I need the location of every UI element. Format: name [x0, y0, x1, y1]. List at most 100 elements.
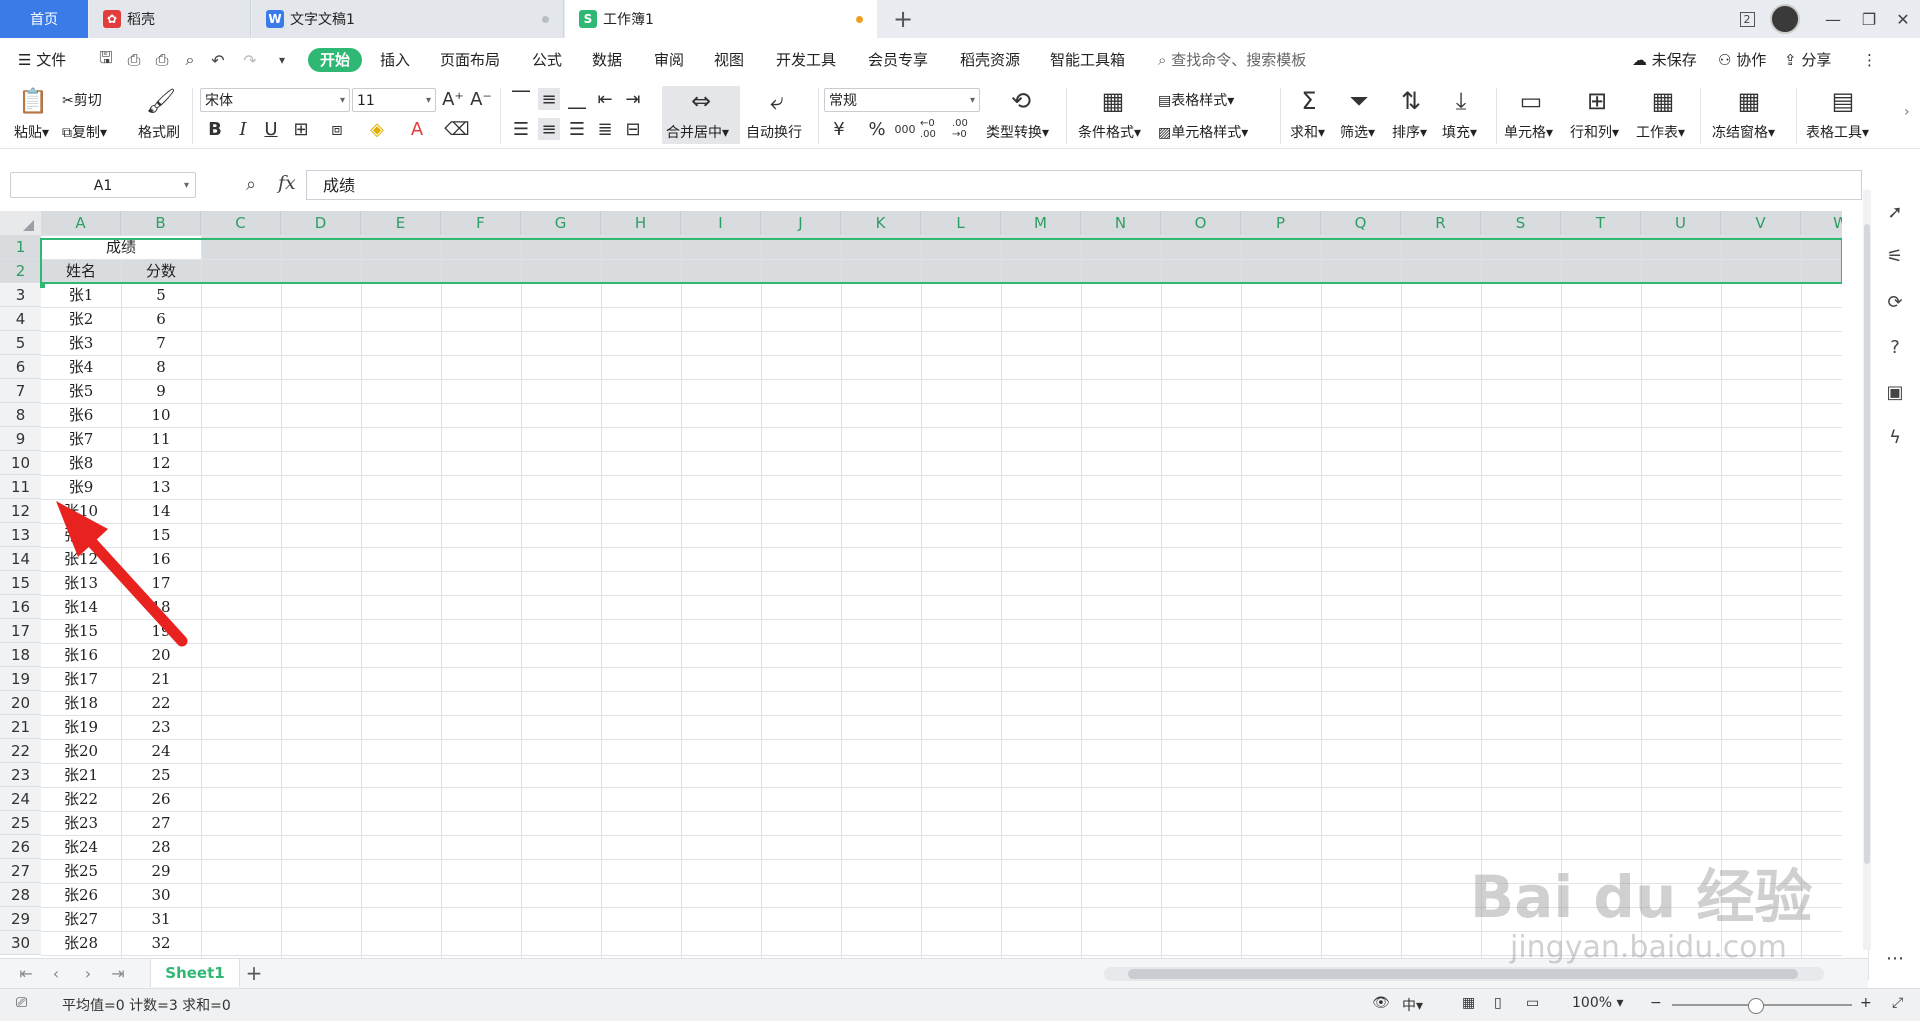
eye-protect-icon[interactable]: 👁	[1372, 995, 1390, 1011]
cell-score[interactable]: 14	[121, 499, 201, 523]
increase-indent-icon[interactable]: ⇥	[622, 88, 644, 110]
wrap-text-button[interactable]: 自动换行	[746, 122, 802, 142]
page-layout-view-icon[interactable]: ▯	[1494, 995, 1502, 1011]
export-pdf-icon[interactable]: ⎙	[124, 50, 144, 70]
cells-icon[interactable]: ▭	[1516, 86, 1546, 116]
fill-down-icon[interactable]: ⤓	[1446, 86, 1476, 116]
worksheet-icon[interactable]: ▦	[1648, 86, 1678, 116]
cell-score[interactable]: 9	[121, 379, 201, 403]
italic-icon[interactable]: I	[232, 118, 254, 140]
column-header-S[interactable]: S	[1481, 211, 1561, 235]
align-left-icon[interactable]: ☰	[510, 118, 532, 140]
wrap-text-icon[interactable]: ⤶	[762, 86, 792, 116]
sum-button[interactable]: 求和▾	[1290, 122, 1325, 142]
cell-score[interactable]: 10	[121, 403, 201, 427]
row-header-23[interactable]: 23	[0, 763, 41, 787]
conditional-format-button[interactable]: 条件格式▾	[1078, 122, 1141, 142]
cell-score[interactable]: 8	[121, 355, 201, 379]
column-header-O[interactable]: O	[1161, 211, 1241, 235]
cell-name[interactable]: 张7	[41, 427, 121, 451]
name-box[interactable]: A1 ▾	[10, 172, 196, 198]
format-painter-button[interactable]: 格式刷	[138, 122, 180, 142]
column-header-C[interactable]: C	[201, 211, 281, 235]
align-bottom-icon[interactable]: ⎽	[566, 88, 588, 110]
menu-docer-resources[interactable]: 稻壳资源	[960, 48, 1020, 72]
zoom-in-icon[interactable]: +	[1860, 995, 1872, 1011]
cell-name[interactable]: 张21	[41, 763, 121, 787]
row-header-29[interactable]: 29	[0, 907, 41, 931]
cell-style-button[interactable]: ▨单元格样式▾	[1158, 122, 1248, 142]
row-header-7[interactable]: 7	[0, 379, 41, 403]
row-header-8[interactable]: 8	[0, 403, 41, 427]
row-header-15[interactable]: 15	[0, 571, 41, 595]
column-header-J[interactable]: J	[761, 211, 841, 235]
merge-center-button[interactable]: ⇔ 合并居中▾	[662, 86, 740, 144]
type-convert-icon[interactable]: ⟲	[1006, 86, 1036, 116]
menu-view[interactable]: 视图	[714, 48, 744, 72]
window-layout-button[interactable]: 2	[1728, 0, 1766, 38]
insert-function-icon[interactable]: fx	[278, 172, 296, 194]
sort-button[interactable]: 排序▾	[1392, 122, 1427, 142]
cell-score[interactable]: 5	[121, 283, 201, 307]
zoom-level[interactable]: 100% ▾	[1572, 995, 1624, 1011]
zoom-out-icon[interactable]: −	[1650, 995, 1662, 1011]
tab-workbook[interactable]: S 工作簿1	[565, 0, 877, 38]
zoom-lookup-icon[interactable]: ⌕	[246, 174, 256, 195]
prev-sheet-icon[interactable]: ‹	[46, 963, 66, 983]
cell-score[interactable]: 7	[121, 331, 201, 355]
more-options-icon[interactable]: ⋮	[1862, 48, 1877, 72]
row-header-14[interactable]: 14	[0, 547, 41, 571]
column-header-Q[interactable]: Q	[1321, 211, 1401, 235]
cell-score[interactable]: 22	[121, 691, 201, 715]
cell-fill-pattern-icon[interactable]: ⧈	[326, 118, 348, 140]
column-header-U[interactable]: U	[1641, 211, 1721, 235]
save-icon[interactable]: 🖫	[96, 48, 116, 70]
row-header-26[interactable]: 26	[0, 835, 41, 859]
cell-score[interactable]: 25	[121, 763, 201, 787]
row-header-3[interactable]: 3	[0, 283, 41, 307]
bold-icon[interactable]: B	[204, 118, 226, 140]
font-name-select[interactable]: 宋体 ▾	[200, 88, 350, 112]
cell-score[interactable]: 6	[121, 307, 201, 331]
distributed-icon[interactable]: ⊟	[622, 118, 644, 140]
cell-name[interactable]: 张16	[41, 643, 121, 667]
more-dots-icon[interactable]: ⋯	[1883, 946, 1907, 970]
language-icon[interactable]: 中▾	[1402, 995, 1423, 1015]
menu-smart-toolbox[interactable]: 智能工具箱	[1050, 48, 1125, 72]
cell-name[interactable]: 张27	[41, 907, 121, 931]
cell-name[interactable]: 张25	[41, 859, 121, 883]
cell-score[interactable]: 20	[121, 643, 201, 667]
cell-score[interactable]: 26	[121, 787, 201, 811]
column-header-D[interactable]: D	[281, 211, 361, 235]
command-search[interactable]: ⌕ 查找命令、搜索模板	[1158, 48, 1306, 72]
justify-icon[interactable]: ≣	[594, 118, 616, 140]
row-header-11[interactable]: 11	[0, 475, 41, 499]
filter-button[interactable]: 筛选▾	[1340, 122, 1375, 142]
horizontal-scroll-thumb[interactable]	[1128, 969, 1798, 979]
menu-member[interactable]: 会员专享	[868, 48, 928, 72]
print-icon[interactable]: ⎙	[152, 50, 172, 70]
row-header-10[interactable]: 10	[0, 451, 41, 475]
column-header-P[interactable]: P	[1241, 211, 1321, 235]
vertical-scrollbar[interactable]	[1863, 190, 1871, 950]
cell-score[interactable]: 16	[121, 547, 201, 571]
cell-score[interactable]: 29	[121, 859, 201, 883]
column-header-M[interactable]: M	[1001, 211, 1081, 235]
cell-header-name[interactable]: 姓名	[41, 259, 121, 283]
table-tools-button[interactable]: 表格工具▾	[1806, 122, 1869, 142]
row-header-5[interactable]: 5	[0, 331, 41, 355]
cell-name[interactable]: 张13	[41, 571, 121, 595]
cell-score[interactable]: 23	[121, 715, 201, 739]
font-color-icon[interactable]: A	[406, 118, 428, 140]
column-header-H[interactable]: H	[601, 211, 681, 235]
tab-home[interactable]: 首页	[0, 0, 88, 38]
type-convert-button[interactable]: 类型转换▾	[986, 122, 1049, 142]
next-sheet-icon[interactable]: ›	[78, 963, 98, 983]
cell-name[interactable]: 张15	[41, 619, 121, 643]
undo-icon[interactable]: ↶	[208, 50, 228, 70]
select-all-corner[interactable]	[0, 211, 41, 235]
row-header-9[interactable]: 9	[0, 427, 41, 451]
cell-name[interactable]: 张24	[41, 835, 121, 859]
column-header-A[interactable]: A	[41, 211, 121, 235]
cell-name[interactable]: 张10	[41, 499, 121, 523]
